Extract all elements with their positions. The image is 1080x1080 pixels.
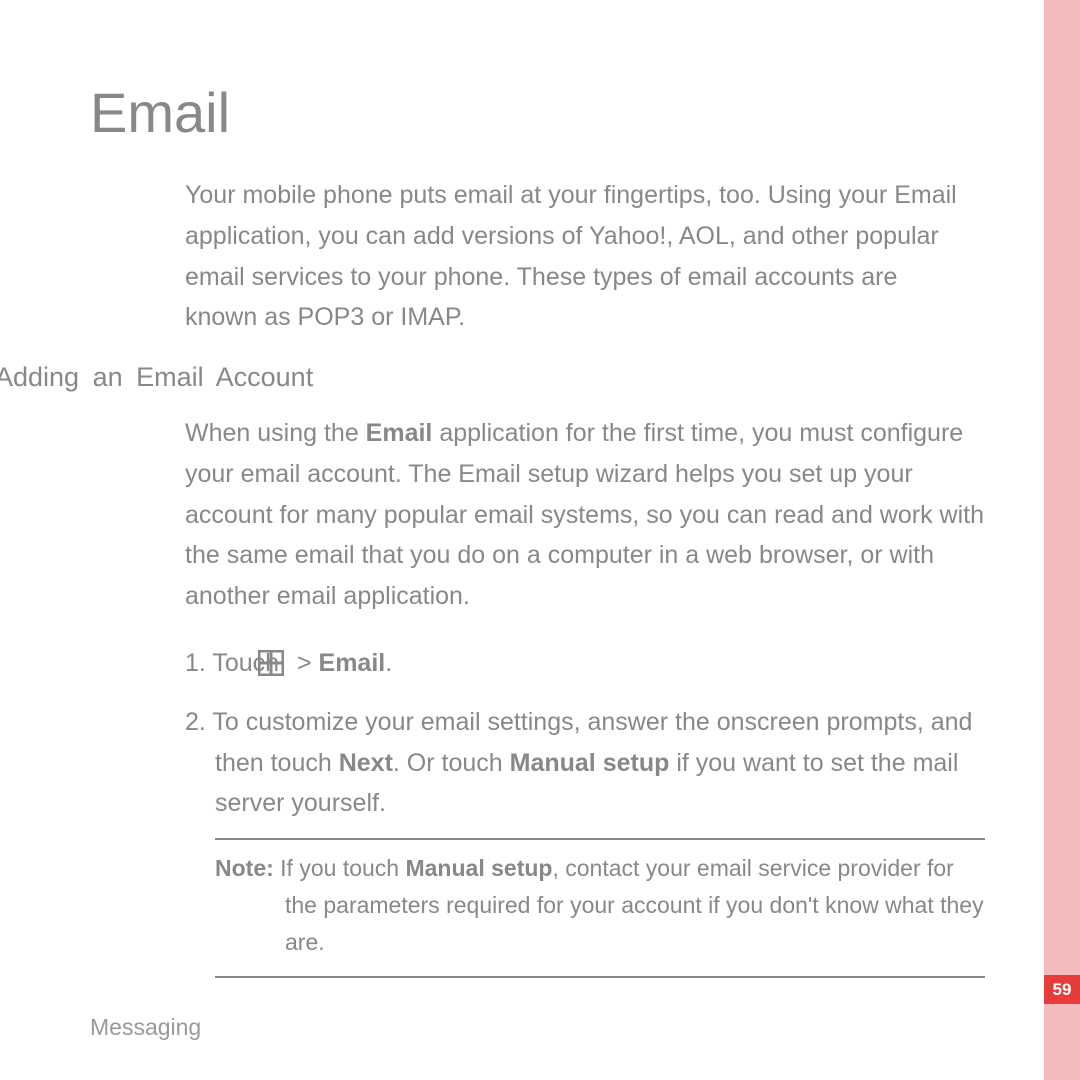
footer-label: Messaging xyxy=(90,1014,201,1041)
page-number-badge: 59 xyxy=(1044,975,1080,1004)
step-1: 1. Touch > Email. xyxy=(185,643,985,689)
note-text: Note: If you touch Manual setup, contact… xyxy=(215,850,985,962)
section-heading: Adding an Email Account xyxy=(0,362,1000,393)
note-block: Note: If you touch Manual setup, contact… xyxy=(215,838,985,978)
step-2: 2. To customize your email settings, ans… xyxy=(185,702,985,824)
body-paragraph: When using the Email application for the… xyxy=(185,413,985,617)
step-1-suffix: > Email. xyxy=(290,649,392,677)
intro-paragraph: Your mobile phone puts email at your fin… xyxy=(185,175,975,338)
side-tab xyxy=(1044,0,1080,1080)
steps-list: 1. Touch > Email. 2. To customize your e… xyxy=(185,643,985,824)
page-title: Email xyxy=(90,80,1000,145)
page-content: Email Your mobile phone puts email at yo… xyxy=(90,80,1000,978)
